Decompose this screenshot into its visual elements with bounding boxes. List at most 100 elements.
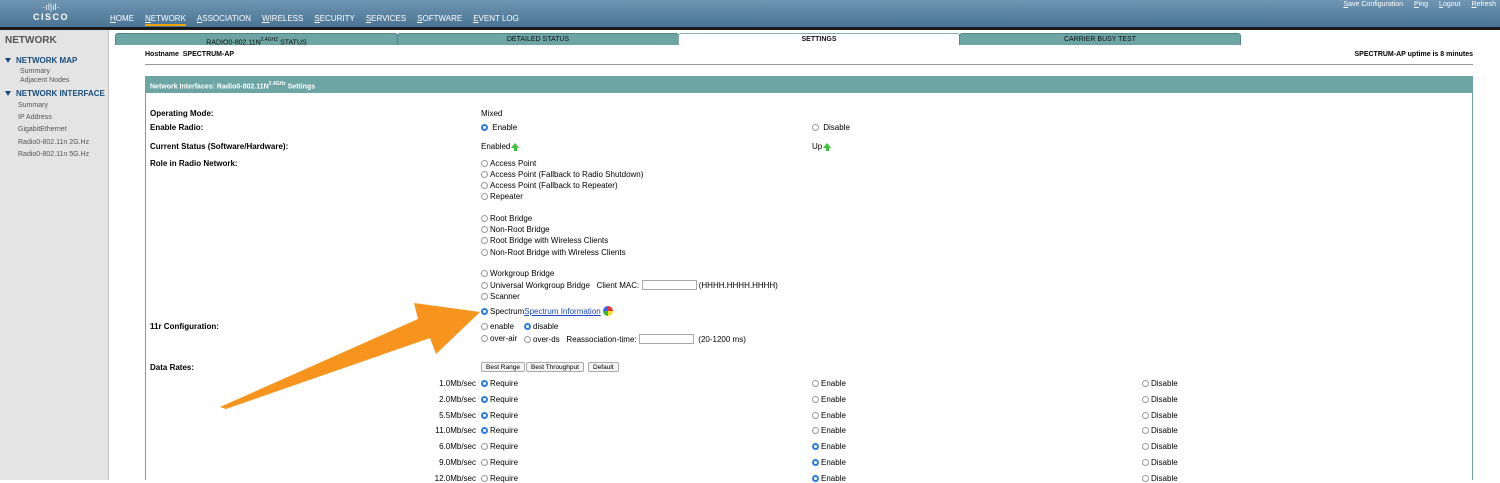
sidebar-section-network-map[interactable]: NETWORK MAP <box>5 56 77 65</box>
radio-button[interactable] <box>812 380 819 387</box>
data-rate-require-option[interactable]: Require <box>481 379 518 388</box>
data-rate-require-option[interactable]: Require <box>481 411 518 420</box>
radio-button[interactable] <box>481 182 488 189</box>
enable-radio-disable-option[interactable]: Disable <box>812 123 850 132</box>
radio-button[interactable] <box>1142 411 1149 419</box>
radio-button[interactable] <box>481 443 488 451</box>
sidebar-item-gigabitethernet[interactable]: GigabitEthernet <box>18 126 67 133</box>
tab-settings[interactable]: SETTINGS <box>678 33 960 45</box>
nav-home[interactable]: HOME <box>110 14 134 26</box>
radio-button[interactable] <box>481 427 488 435</box>
radio-button[interactable] <box>812 411 819 419</box>
data-rate-disable-option[interactable]: Disable <box>1142 458 1178 467</box>
radio-button[interactable] <box>1142 380 1149 387</box>
spectrum-information-link[interactable]: Spectrum Information <box>524 307 600 316</box>
data-rate-enable-option[interactable]: Enable <box>812 474 846 483</box>
data-rate-enable-option[interactable]: Enable <box>812 458 846 467</box>
default-button[interactable]: Default <box>588 362 619 372</box>
role-root-bridge-clients[interactable]: Root Bridge with Wireless Clients <box>481 236 608 245</box>
role-spectrum[interactable]: Spectrum Spectrum Information <box>481 306 613 316</box>
role-access-point[interactable]: Access Point <box>481 159 536 168</box>
role-ap-fallback-repeater[interactable]: Access Point (Fallback to Repeater) <box>481 181 618 190</box>
role-scanner[interactable]: Scanner <box>481 292 520 301</box>
radio-button[interactable] <box>524 335 531 343</box>
data-rate-enable-option[interactable]: Enable <box>812 395 846 404</box>
data-rate-disable-option[interactable]: Disable <box>1142 379 1178 388</box>
radio-button[interactable] <box>481 249 488 256</box>
radio-button[interactable] <box>481 307 488 315</box>
r11-over-air-option[interactable]: over-air <box>481 334 517 343</box>
data-rate-enable-option[interactable]: Enable <box>812 411 846 420</box>
radio-button[interactable] <box>812 395 819 403</box>
best-range-button[interactable]: Best Range <box>481 362 525 372</box>
data-rate-require-option[interactable]: Require <box>481 458 518 467</box>
radio-button[interactable] <box>481 193 488 200</box>
nav-software[interactable]: SOFTWARE <box>417 14 462 26</box>
role-non-root-bridge[interactable]: Non-Root Bridge <box>481 225 550 234</box>
sidebar-item-map-summary[interactable]: Summary <box>20 68 50 75</box>
data-rate-enable-option[interactable]: Enable <box>812 442 846 451</box>
sidebar-item-radio-5g[interactable]: Radio0-802.11n 5G.Hz <box>18 151 89 158</box>
radio-button[interactable] <box>481 323 488 330</box>
role-universal-workgroup-bridge[interactable]: Universal Workgroup Bridge Client MAC: (… <box>481 280 778 290</box>
data-rate-enable-option[interactable]: Enable <box>812 426 846 435</box>
data-rate-disable-option[interactable]: Disable <box>1142 411 1178 420</box>
radio-button[interactable] <box>812 459 819 466</box>
role-repeater[interactable]: Repeater <box>481 192 523 201</box>
spectrum-globe-icon[interactable] <box>602 306 613 316</box>
refresh-link[interactable]: Refresh <box>1471 1 1496 8</box>
radio-button[interactable] <box>1142 395 1149 403</box>
data-rate-disable-option[interactable]: Disable <box>1142 426 1178 435</box>
client-mac-input[interactable] <box>641 280 697 290</box>
radio-button[interactable] <box>481 171 488 178</box>
nav-network[interactable]: NETWORK <box>145 14 186 26</box>
radio-button[interactable] <box>481 474 488 482</box>
sidebar-item-radio-2g[interactable]: Radio0-802.11n 2G.Hz <box>18 139 89 146</box>
radio-button[interactable] <box>481 395 488 403</box>
tab-radio-status[interactable]: RADIO0-802.11N2.4GHZ STATUS <box>115 33 398 46</box>
save-configuration-link[interactable]: Save Configuration <box>1343 1 1403 8</box>
tab-detailed-status[interactable]: DETAILED STATUS <box>397 33 679 45</box>
role-ap-fallback-shutdown[interactable]: Access Point (Fallback to Radio Shutdown… <box>481 170 643 179</box>
radio-button[interactable] <box>481 226 488 233</box>
radio-button[interactable] <box>524 323 531 330</box>
radio-button[interactable] <box>481 380 488 387</box>
sidebar-item-ip-address[interactable]: IP Address <box>18 114 52 121</box>
radio-button[interactable] <box>481 293 488 300</box>
r11-enable-option[interactable]: enable <box>481 322 514 331</box>
data-rate-require-option[interactable]: Require <box>481 442 518 451</box>
data-rate-disable-option[interactable]: Disable <box>1142 395 1178 404</box>
r11-over-ds-option[interactable]: over-ds Reassociation-time: (20-1200 ms) <box>524 334 746 344</box>
radio-button[interactable] <box>1142 427 1149 435</box>
nav-security[interactable]: SECURITY <box>314 14 354 26</box>
data-rate-enable-option[interactable]: Enable <box>812 379 846 388</box>
radio-button[interactable] <box>481 270 488 277</box>
radio-button[interactable] <box>812 427 819 435</box>
radio-button[interactable] <box>1142 459 1149 466</box>
radio-button[interactable] <box>481 411 488 419</box>
role-non-root-bridge-clients[interactable]: Non-Root Bridge with Wireless Clients <box>481 248 626 257</box>
role-workgroup-bridge[interactable]: Workgroup Bridge <box>481 269 554 278</box>
data-rate-require-option[interactable]: Require <box>481 474 518 483</box>
radio-button[interactable] <box>481 281 488 289</box>
data-rate-require-option[interactable]: Require <box>481 395 518 404</box>
sidebar-section-network-interface[interactable]: NETWORK INTERFACE <box>5 89 105 98</box>
radio-button[interactable] <box>1142 443 1149 451</box>
enable-radio-enable-option[interactable]: Enable <box>481 123 517 132</box>
reassociation-time-input[interactable] <box>638 334 694 344</box>
logout-link[interactable]: Logout <box>1439 1 1460 8</box>
nav-wireless[interactable]: WIRELESS <box>262 14 303 26</box>
radio-button[interactable] <box>812 474 819 482</box>
data-rate-require-option[interactable]: Require <box>481 426 518 435</box>
best-throughput-button[interactable]: Best Throughput <box>526 362 584 372</box>
radio-button[interactable] <box>481 459 488 466</box>
nav-services[interactable]: SERVICES <box>366 14 406 26</box>
radio-button[interactable] <box>481 215 488 222</box>
nav-event-log[interactable]: EVENT LOG <box>473 14 519 26</box>
ping-link[interactable]: Ping <box>1414 1 1428 8</box>
role-root-bridge[interactable]: Root Bridge <box>481 214 532 223</box>
nav-association[interactable]: ASSOCIATION <box>197 14 251 26</box>
radio-button[interactable] <box>481 160 488 167</box>
data-rate-disable-option[interactable]: Disable <box>1142 442 1178 451</box>
radio-button[interactable] <box>481 335 488 342</box>
